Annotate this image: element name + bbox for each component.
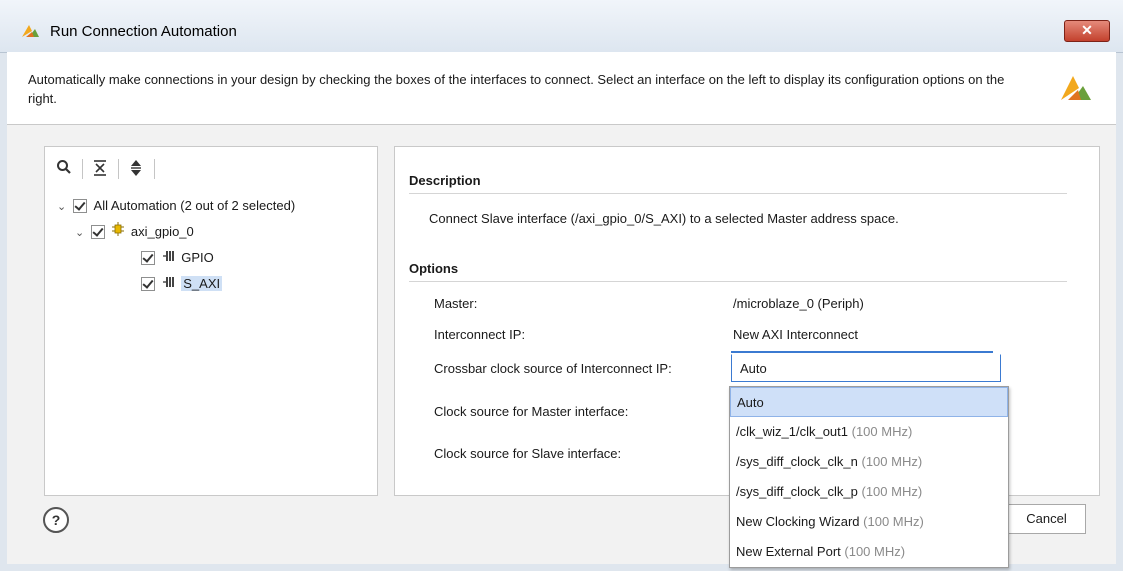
section-divider xyxy=(409,193,1067,194)
option-frequency: (100 MHz) xyxy=(861,454,923,469)
dropdown-option-clk-wiz[interactable]: /clk_wiz_1/clk_out1 (100 MHz) xyxy=(730,417,1008,447)
dropdown-option-sys-diff-p[interactable]: /sys_diff_clock_clk_p (100 MHz) xyxy=(730,477,1008,507)
description-heading: Description xyxy=(409,173,481,188)
dialog-header: Automatically make connections in your d… xyxy=(7,52,1116,125)
master-clock-label: Clock source for Master interface: xyxy=(434,404,629,419)
crossbar-clock-dropdown[interactable]: Auto xyxy=(731,354,1001,382)
axi-gpio-checkbox[interactable] xyxy=(90,224,105,239)
dropdown-option-sys-diff-n[interactable]: /sys_diff_clock_clk_n (100 MHz) xyxy=(730,447,1008,477)
dropdown-value: Auto xyxy=(740,361,767,376)
option-frequency: (100 MHz) xyxy=(844,544,906,559)
slave-clock-label: Clock source for Slave interface: xyxy=(434,446,622,461)
tree-item-label: axi_gpio_0 xyxy=(130,224,194,239)
option-name: New External Port xyxy=(736,544,841,559)
s-axi-checkbox[interactable] xyxy=(141,276,155,291)
tree-item-label: All Automation (2 out of 2 selected) xyxy=(93,198,296,213)
description-text: Connect Slave interface (/axi_gpio_0/S_A… xyxy=(429,211,899,226)
interconnect-label: Interconnect IP: xyxy=(434,327,526,342)
automation-tree-panel: ⌄ All Automation (2 out of 2 selected) ⌄… xyxy=(44,146,378,496)
option-name: /clk_wiz_1/clk_out1 xyxy=(736,424,848,439)
option-name: Auto xyxy=(737,395,764,410)
section-divider xyxy=(409,281,1067,282)
tree-item-s-axi[interactable]: S_AXI xyxy=(141,273,223,295)
dropdown-option-auto[interactable]: Auto xyxy=(730,387,1008,417)
clock-source-dropdown-list: Auto /clk_wiz_1/clk_out1 (100 MHz) /sys_… xyxy=(729,386,1009,568)
ip-block-icon xyxy=(112,221,125,243)
vivado-brand-icon xyxy=(1059,72,1093,107)
dropdown-option-new-external-port[interactable]: New External Port (100 MHz) xyxy=(730,537,1008,567)
dialog-description: Automatically make connections in your d… xyxy=(28,72,1005,106)
master-label: Master: xyxy=(434,296,478,311)
collapse-all-icon[interactable] xyxy=(89,159,111,179)
options-heading: Options xyxy=(409,261,459,276)
toolbar-separator xyxy=(118,159,119,179)
option-name: /sys_diff_clock_clk_p xyxy=(736,484,858,499)
option-name: New Clocking Wizard xyxy=(736,514,860,529)
window-title: Run Connection Automation xyxy=(50,23,237,40)
search-icon[interactable] xyxy=(53,159,75,179)
title-bar: Run Connection Automation ✕ xyxy=(0,0,1123,53)
vivado-logo-icon xyxy=(20,23,40,42)
tree-item-axi-gpio[interactable]: ⌄ axi_gpio_0 xyxy=(75,221,194,243)
chevron-down-icon[interactable]: ⌄ xyxy=(75,222,87,244)
dropdown-focus-edge xyxy=(731,351,993,353)
option-name: /sys_diff_clock_clk_n xyxy=(736,454,858,469)
tree-item-all-automation[interactable]: ⌄ All Automation (2 out of 2 selected) xyxy=(57,195,295,217)
expand-all-icon[interactable] xyxy=(125,159,147,179)
gpio-checkbox[interactable] xyxy=(141,250,155,265)
interconnect-value: New AXI Interconnect xyxy=(733,327,859,342)
interface-port-icon xyxy=(162,273,175,295)
dropdown-option-new-clocking-wizard[interactable]: New Clocking Wizard (100 MHz) xyxy=(730,507,1008,537)
close-button[interactable]: ✕ xyxy=(1064,20,1110,42)
option-frequency: (100 MHz) xyxy=(861,484,923,499)
toolbar-separator xyxy=(154,159,155,179)
crossbar-clock-label: Crossbar clock source of Interconnect IP… xyxy=(434,361,672,376)
cancel-button[interactable]: Cancel xyxy=(1007,504,1086,534)
tree-item-label: S_AXI xyxy=(181,276,223,291)
all-automation-checkbox[interactable] xyxy=(72,198,87,213)
tree-item-label: GPIO xyxy=(181,250,214,265)
master-value: /microblaze_0 (Periph) xyxy=(733,296,864,311)
interface-port-icon xyxy=(162,247,175,269)
chevron-down-icon[interactable]: ⌄ xyxy=(57,196,69,218)
tree-item-gpio[interactable]: GPIO xyxy=(141,247,214,269)
toolbar-separator xyxy=(82,159,83,179)
option-frequency: (100 MHz) xyxy=(851,424,913,439)
help-button[interactable]: ? xyxy=(43,507,69,533)
option-frequency: (100 MHz) xyxy=(863,514,924,529)
